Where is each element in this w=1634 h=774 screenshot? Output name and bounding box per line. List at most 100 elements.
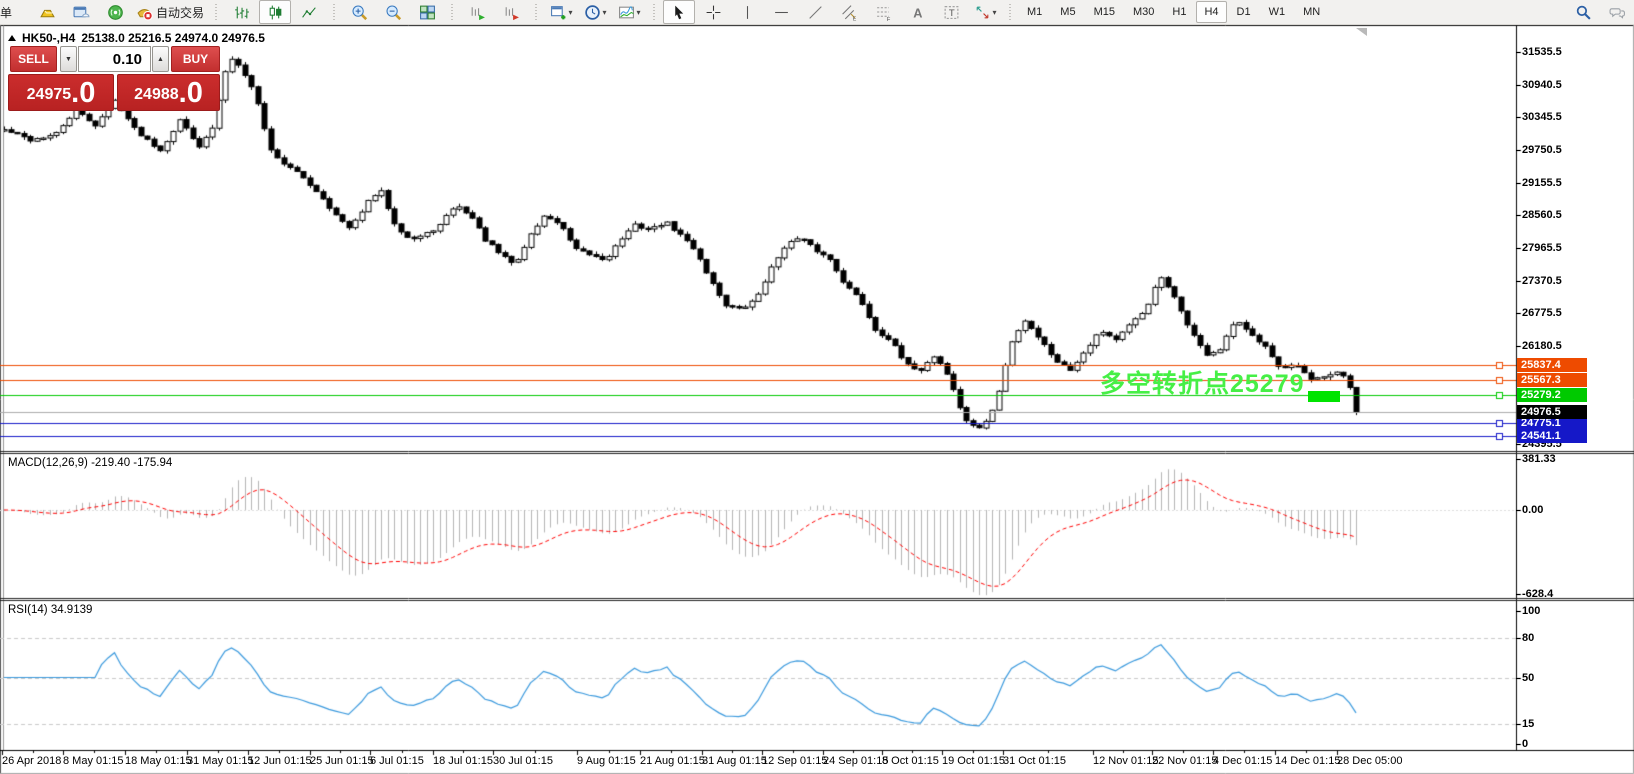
toolbar: 新订单 自动交易 ▾ ▾ ▾ E FA T ▾ M1M5M15M30H1H4D1W1MN: [0, 0, 1634, 25]
text-label-icon: A: [909, 4, 926, 21]
rsi-axis-tick: 0: [1522, 738, 1528, 750]
svg-text:E: E: [852, 16, 856, 21]
crosshair-icon: [705, 4, 722, 21]
zoom-in-icon: [351, 4, 368, 21]
timeframe-mn[interactable]: MN: [1295, 1, 1328, 23]
price-level-label: 25279.2: [1517, 388, 1587, 402]
pane-separator[interactable]: [0, 597, 1634, 602]
templates-icon: [618, 4, 635, 21]
sell-price-int: 24975: [27, 82, 72, 108]
horizontal-line-icon[interactable]: [765, 0, 797, 24]
candlestick-chart-icon[interactable]: [259, 0, 291, 24]
tile-windows-icon[interactable]: [411, 0, 443, 24]
volume-input[interactable]: [78, 46, 151, 72]
autotrading-button[interactable]: 自动交易: [133, 0, 207, 24]
chevron-down-icon[interactable]: ▾: [993, 8, 997, 17]
price-level-label: 24541.1: [1517, 429, 1587, 443]
volume-increase-button[interactable]: ▲: [152, 46, 169, 72]
toolbar-grip[interactable]: [330, 4, 338, 20]
volume-decrease-button[interactable]: ▼: [60, 46, 77, 72]
chart-ohlc-values: 25138.0 25216.5 24974.0 24976.5: [81, 31, 265, 45]
chart-canvas[interactable]: [0, 0, 1634, 774]
terminal-icon[interactable]: [65, 0, 97, 24]
chart-annotation-highlight[interactable]: [1308, 391, 1340, 402]
toolbar-grip[interactable]: [1006, 4, 1014, 20]
cursor-icon: [671, 4, 688, 21]
timeframe-m1[interactable]: M1: [1019, 1, 1050, 23]
zoom-in-icon[interactable]: [343, 0, 375, 24]
pane-separator[interactable]: [0, 450, 1634, 455]
price-axis-tick: 30345.5: [1522, 111, 1562, 123]
timeframe-d1[interactable]: D1: [1229, 1, 1259, 23]
timeframe-m5[interactable]: M5: [1052, 1, 1083, 23]
chat-icon[interactable]: [1601, 0, 1633, 24]
tile-windows-icon: [419, 4, 436, 21]
new-order-label: 新订单: [0, 4, 12, 21]
price-level-label: 25567.3: [1517, 373, 1587, 387]
fibonacci-icon[interactable]: F: [867, 0, 899, 24]
signals-icon: [107, 4, 124, 21]
rsi-axis-tick: 15: [1522, 718, 1534, 730]
chart-annotation-text[interactable]: 多空转折点25279: [1100, 364, 1305, 400]
profiles-icon[interactable]: ▾: [579, 0, 611, 24]
timeframe-h1[interactable]: H1: [1164, 1, 1194, 23]
sell-button[interactable]: SELL: [10, 46, 57, 72]
chevron-down-icon[interactable]: ▾: [637, 8, 641, 17]
time-axis-label: 24 Sep 01:15: [823, 755, 888, 767]
new-chart-icon: [550, 4, 567, 21]
price-axis-tick: 26180.5: [1522, 340, 1562, 352]
time-axis-label: 9 Aug 01:15: [577, 755, 636, 767]
chevron-down-icon[interactable]: ▾: [603, 8, 607, 17]
new-order-button[interactable]: 新订单: [0, 1, 30, 23]
rsi-axis-tick: 80: [1522, 632, 1534, 644]
timeframe-w1[interactable]: W1: [1261, 1, 1294, 23]
trendline-icon[interactable]: [799, 0, 831, 24]
vertical-line-icon: [739, 4, 756, 21]
time-axis-label: 22 Nov 01:15: [1152, 755, 1217, 767]
templates-icon[interactable]: ▾: [613, 0, 645, 24]
buy-price-box[interactable]: 24988.0: [117, 74, 220, 111]
toolbar-grip[interactable]: [448, 4, 456, 20]
equidistant-channel-icon: E: [841, 4, 858, 21]
search-icon[interactable]: [1567, 0, 1599, 24]
time-axis-label: 14 Dec 01:15: [1275, 755, 1340, 767]
svg-text:A: A: [913, 5, 922, 20]
timeframe-m15[interactable]: M15: [1086, 1, 1123, 23]
equidistant-channel-icon[interactable]: E: [833, 0, 865, 24]
text-box-icon[interactable]: T: [935, 0, 967, 24]
cursor-icon[interactable]: [663, 0, 695, 24]
time-axis-label: 8 Oct 01:15: [882, 755, 939, 767]
buy-button[interactable]: BUY: [171, 46, 220, 72]
profiles-icon: [584, 4, 601, 21]
rsi-axis-tick: 50: [1522, 672, 1534, 684]
vertical-line-icon[interactable]: [731, 0, 763, 24]
sell-price-box[interactable]: 24975.0: [8, 74, 114, 111]
chart-shift-marker[interactable]: [1356, 28, 1367, 36]
time-axis-label: 18 May 01:15: [125, 755, 192, 767]
toolbar-grip[interactable]: [650, 4, 658, 20]
price-axis-tick: 30940.5: [1522, 79, 1562, 91]
signals-icon[interactable]: [99, 0, 131, 24]
market-watch-icon[interactable]: [31, 0, 63, 24]
chart-shift-icon[interactable]: [495, 0, 527, 24]
chart-symbol-period: HK50-,H4: [22, 31, 75, 45]
toolbar-grip[interactable]: [532, 4, 540, 20]
new-chart-icon[interactable]: ▾: [545, 0, 577, 24]
zoom-out-icon[interactable]: [377, 0, 409, 24]
crosshair-icon[interactable]: [697, 0, 729, 24]
auto-scroll-icon[interactable]: [461, 0, 493, 24]
line-chart-icon[interactable]: [293, 0, 325, 24]
arrows-icon[interactable]: ▾: [969, 0, 1001, 24]
bar-chart-icon[interactable]: [225, 0, 257, 24]
horizontal-line-icon: [773, 4, 790, 21]
timeframe-m30[interactable]: M30: [1125, 1, 1162, 23]
chat-icon: [1609, 4, 1626, 21]
collapse-arrow-icon[interactable]: [8, 35, 16, 41]
timeframe-h4[interactable]: H4: [1196, 1, 1226, 23]
toolbar-grip[interactable]: [212, 4, 220, 20]
text-box-icon: T: [943, 4, 960, 21]
chevron-down-icon[interactable]: ▾: [569, 8, 573, 17]
search-icon: [1575, 4, 1592, 21]
price-axis-tick: 29750.5: [1522, 144, 1562, 156]
text-label-icon[interactable]: A: [901, 0, 933, 24]
